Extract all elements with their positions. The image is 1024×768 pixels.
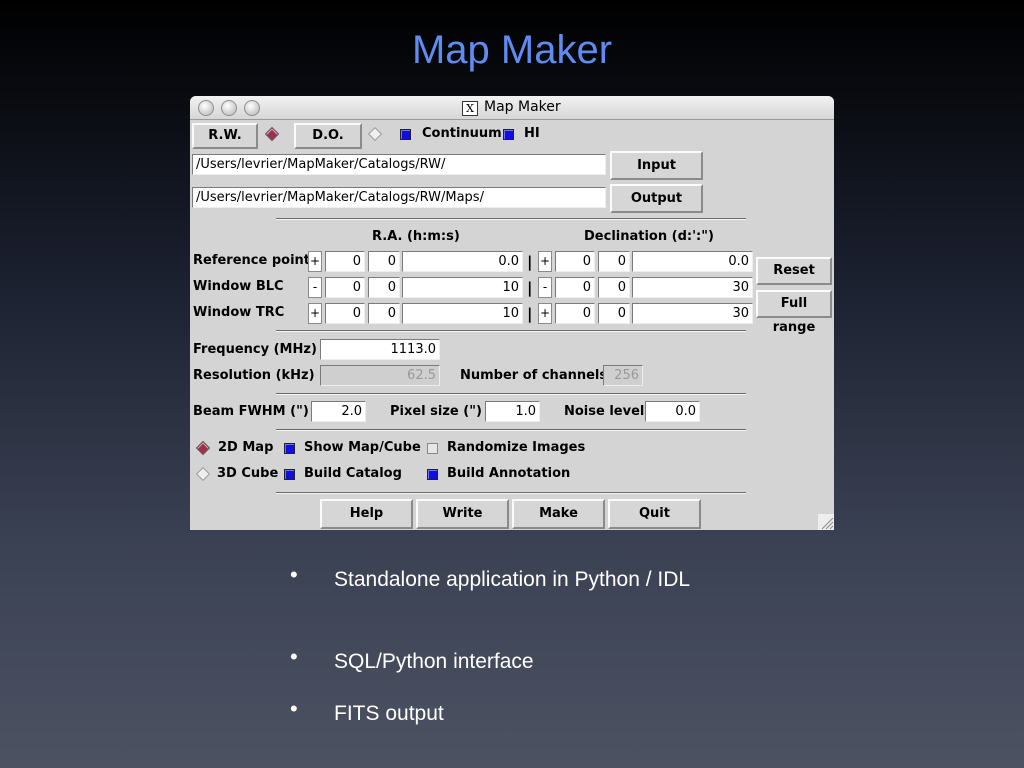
hi-checkbox[interactable]: [503, 129, 514, 140]
resize-grip-icon[interactable]: [818, 514, 834, 530]
ra-header: R.A. (h:m:s): [372, 229, 460, 244]
separator: [276, 218, 746, 220]
reset-button[interactable]: Reset: [756, 257, 832, 285]
reference-point-label: Reference point: [193, 253, 310, 268]
randomize-checkbox[interactable]: [427, 443, 438, 454]
map2d-radio[interactable]: [195, 440, 211, 456]
window-blc-label: Window BLC: [193, 279, 284, 294]
input-path-field[interactable]: /Users/levrier/MapMaker/Catalogs/RW/: [192, 154, 606, 175]
trc-ra-sign[interactable]: +: [308, 303, 322, 324]
build-annotation-checkbox[interactable]: [427, 469, 438, 480]
minimize-window-button[interactable]: [221, 100, 237, 116]
hi-label: HI: [524, 126, 540, 141]
bullet-icon: •: [290, 696, 298, 721]
cube3d-label: 3D Cube: [217, 466, 279, 481]
make-button[interactable]: Make: [512, 499, 605, 529]
close-window-button[interactable]: [198, 100, 214, 116]
window-trc-label: Window TRC: [193, 305, 285, 320]
show-map-checkbox[interactable]: [284, 443, 295, 454]
show-map-label: Show Map/Cube: [304, 440, 421, 455]
separator: [276, 393, 746, 395]
ra-dec-divider: |: [527, 279, 533, 297]
frequency-label: Frequency (MHz): [193, 342, 317, 357]
bullet-text: FITS output: [334, 702, 444, 725]
reference-ra-minutes[interactable]: 0: [368, 251, 400, 272]
reference-dec-arcmin[interactable]: 0: [598, 251, 630, 272]
reference-dec-sign[interactable]: +: [538, 251, 552, 272]
frequency-field[interactable]: 1113.0: [320, 339, 440, 360]
blc-dec-degrees[interactable]: 0: [555, 277, 595, 298]
blc-ra-minutes[interactable]: 0: [368, 277, 400, 298]
continuum-checkbox[interactable]: [400, 129, 411, 140]
blc-dec-arcsec[interactable]: 30: [632, 277, 753, 298]
reference-ra-sign[interactable]: +: [308, 251, 322, 272]
zoom-window-button[interactable]: [244, 100, 260, 116]
slide-title: Map Maker: [411, 28, 613, 72]
pixel-size-field[interactable]: 1.0: [485, 401, 540, 422]
bullet-icon: •: [290, 644, 298, 669]
resolution-field: 62.5: [320, 365, 440, 386]
do-radio[interactable]: [367, 126, 383, 142]
trc-ra-minutes[interactable]: 0: [368, 303, 400, 324]
trc-dec-arcsec[interactable]: 30: [632, 303, 753, 324]
trc-dec-degrees[interactable]: 0: [555, 303, 595, 324]
window-titlebar[interactable]: X Map Maker: [190, 96, 834, 120]
x11-icon: X: [462, 101, 478, 116]
trc-dec-sign[interactable]: +: [538, 303, 552, 324]
blc-dec-sign[interactable]: -: [538, 277, 552, 298]
channels-field: 256: [603, 365, 643, 386]
separator: [276, 429, 746, 431]
continuum-label: Continuum: [422, 126, 502, 141]
dec-header: Declination (d:':"): [584, 229, 714, 244]
channels-label: Number of channels: [460, 368, 608, 383]
rw-radio[interactable]: [264, 126, 280, 142]
bullet-text: SQL/Python interface: [334, 650, 534, 673]
build-catalog-label: Build Catalog: [304, 466, 402, 481]
trc-ra-seconds[interactable]: 10: [402, 303, 523, 324]
do-button[interactable]: D.O.: [294, 123, 362, 149]
randomize-label: Randomize Images: [447, 440, 586, 455]
input-button[interactable]: Input: [610, 151, 703, 180]
map-maker-window: X Map Maker R.W. D.O. Continuum HI /User…: [190, 96, 834, 530]
trc-ra-hours[interactable]: 0: [325, 303, 365, 324]
rw-button[interactable]: R.W.: [192, 123, 258, 149]
build-annotation-label: Build Annotation: [447, 466, 571, 481]
quit-button[interactable]: Quit: [608, 499, 701, 529]
bullet-icon: •: [290, 562, 298, 587]
window-title: Map Maker: [484, 99, 561, 115]
build-catalog-checkbox[interactable]: [284, 469, 295, 480]
reference-dec-arcsec[interactable]: 0.0: [632, 251, 753, 272]
noise-level-label: Noise level: [564, 404, 645, 419]
noise-level-field[interactable]: 0.0: [645, 401, 700, 422]
blc-ra-seconds[interactable]: 10: [402, 277, 523, 298]
cube3d-radio[interactable]: [195, 466, 211, 482]
blc-dec-arcmin[interactable]: 0: [598, 277, 630, 298]
pixel-size-label: Pixel size ("): [390, 404, 482, 419]
trc-dec-arcmin[interactable]: 0: [598, 303, 630, 324]
help-button[interactable]: Help: [320, 499, 413, 529]
resolution-label: Resolution (kHz): [193, 368, 315, 383]
blc-ra-hours[interactable]: 0: [325, 277, 365, 298]
reference-ra-seconds[interactable]: 0.0: [402, 251, 523, 272]
output-button[interactable]: Output: [610, 184, 703, 213]
map2d-label: 2D Map: [218, 440, 274, 455]
beam-fwhm-field[interactable]: 2.0: [311, 401, 366, 422]
reference-dec-degrees[interactable]: 0: [555, 251, 595, 272]
separator: [276, 330, 746, 332]
output-path-field[interactable]: /Users/levrier/MapMaker/Catalogs/RW/Maps…: [192, 187, 606, 208]
write-button[interactable]: Write: [416, 499, 509, 529]
bullet-text: Standalone application in Python / IDL: [334, 568, 691, 591]
blc-ra-sign[interactable]: -: [308, 277, 322, 298]
ra-dec-divider: |: [527, 305, 533, 323]
ra-dec-divider: |: [527, 253, 533, 271]
full-range-button[interactable]: Full range: [756, 290, 832, 335]
reference-ra-hours[interactable]: 0: [325, 251, 365, 272]
beam-fwhm-label: Beam FWHM ("): [193, 404, 309, 419]
separator: [276, 492, 746, 494]
